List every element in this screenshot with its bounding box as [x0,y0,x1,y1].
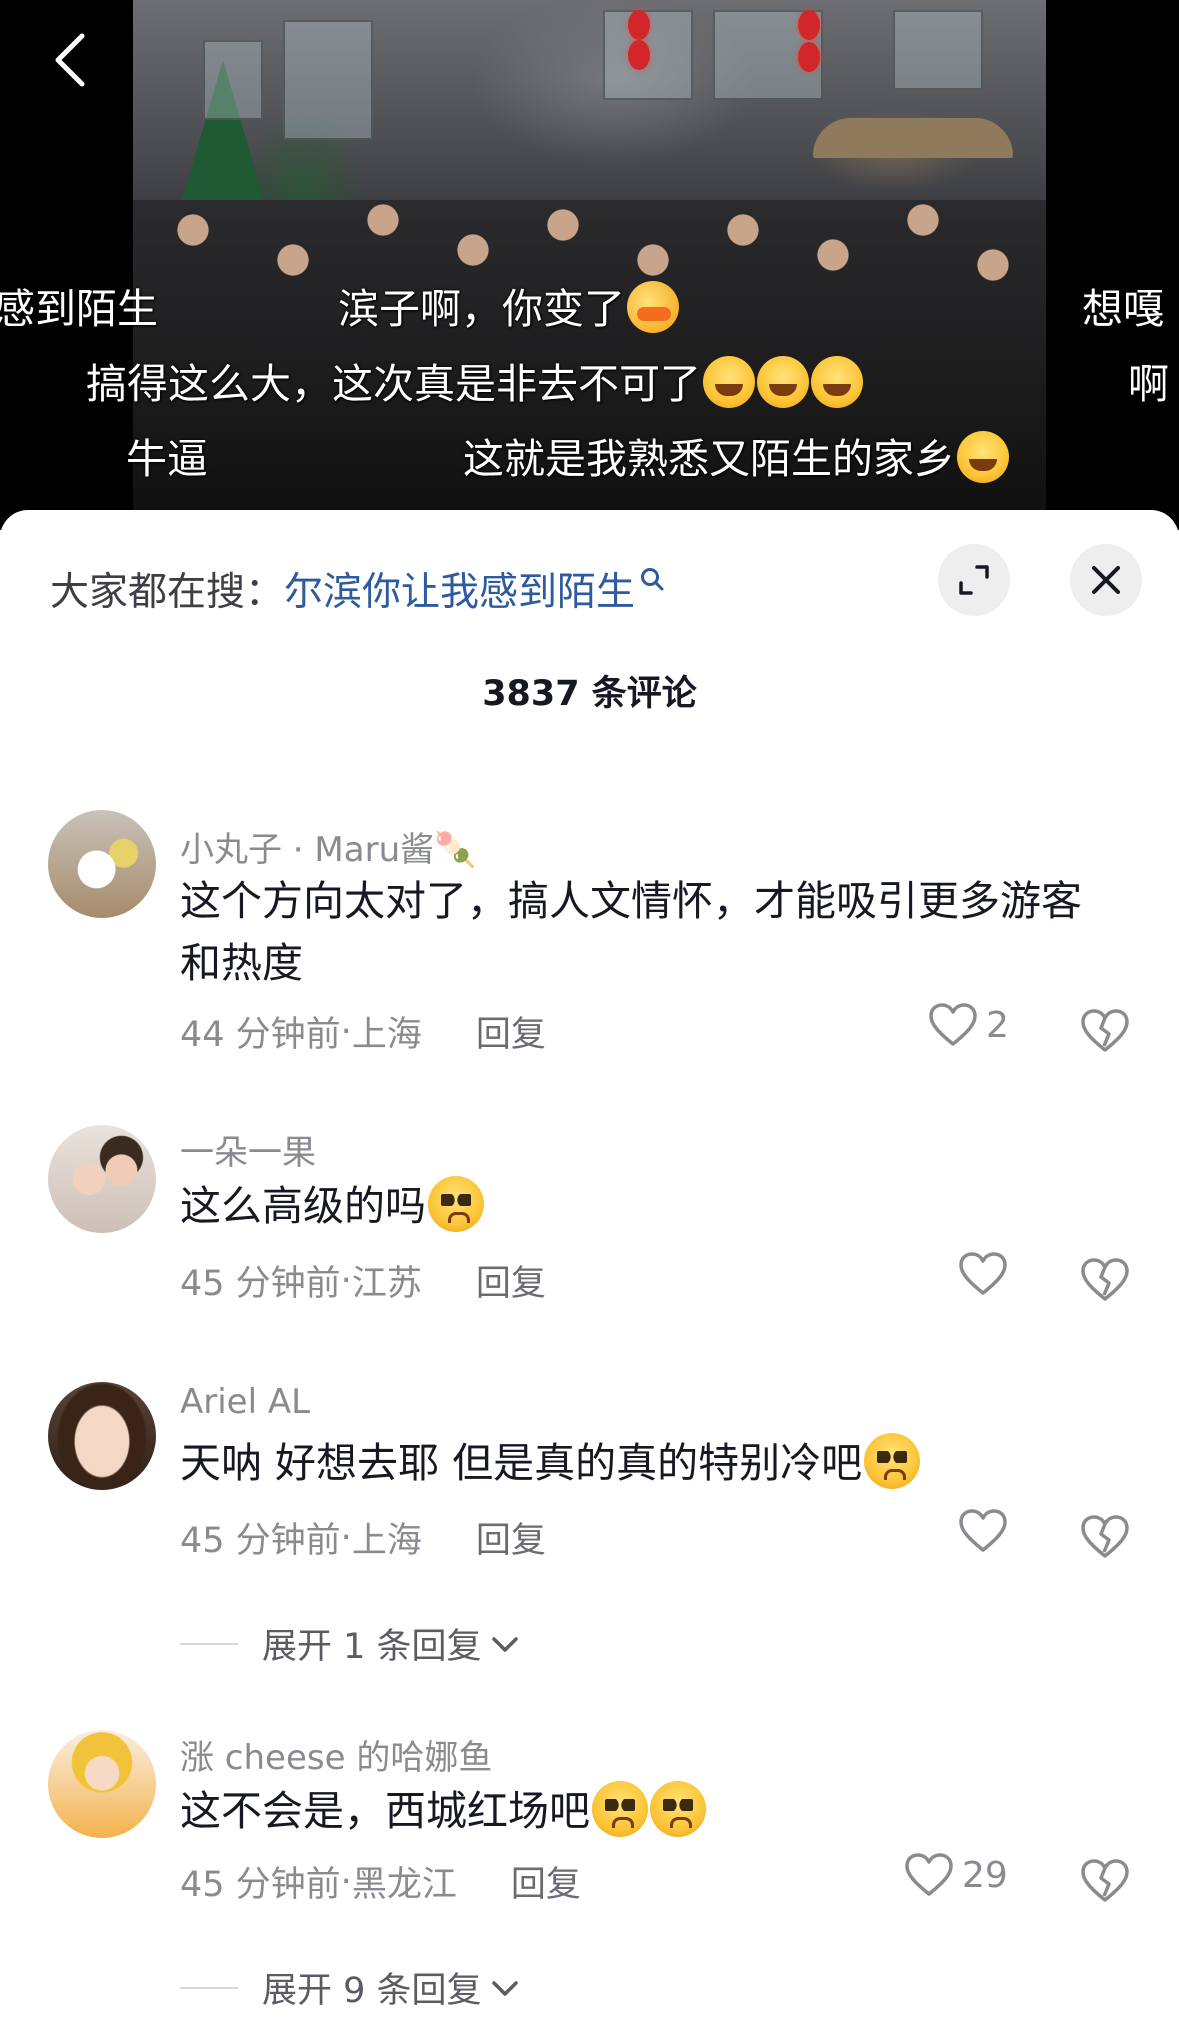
window-graphic [203,40,263,120]
like-count: 29 [962,1854,1008,1896]
comment-time: 45 分钟前 [180,1264,341,1304]
chevron-down-icon [491,1636,518,1652]
emoji-icon [957,431,1009,483]
danmaku-comment: 想嘎 [1082,285,1164,333]
heart-icon [959,1252,1007,1295]
emoji-icon [703,356,755,408]
comment-location: 黑龙江 [351,1865,457,1905]
trending-search-bar[interactable]: 大家都在搜： 尔滨你让我感到陌生 [50,554,950,624]
meta-separator: · [340,1861,352,1902]
expand-divider [180,1642,238,1645]
dislike-heart-icon[interactable] [1080,1006,1130,1056]
comment-username[interactable]: 一朵一果 [180,1125,316,1174]
comment-sheet: 大家都在搜： 尔滨你让我感到陌生 3837 条评论 小丸子 · Maru酱🍡 这… [0,510,1179,2039]
danmaku-comment: 搞得这么大，这次真是非去不可了 [86,350,863,410]
lantern-graphic [628,40,650,70]
avatar[interactable] [48,1125,156,1233]
danmaku-comment: 这就是我熟悉又陌生的家乡 [463,425,1009,485]
danmaku-comment: 感到陌生 [0,285,158,333]
reply-button[interactable]: 回复 [511,1856,581,1907]
meta-separator: · [340,1011,352,1052]
emoji-icon [592,1781,648,1837]
trending-search-prefix: 大家都在搜： [50,570,285,615]
heart-icon [905,1853,953,1896]
dislike-heart-icon[interactable] [1080,1512,1130,1562]
comment-meta: 45 分钟前 · 上海 回复 [180,1512,546,1563]
emoji-icon [428,1176,484,1232]
window-graphic [893,10,983,90]
expand-replies-label: 展开 9 条回复 [262,1971,482,2011]
avatar[interactable] [48,1730,156,1838]
back-arrow-icon[interactable] [44,30,104,90]
expand-replies-label: 展开 1 条回复 [262,1627,482,1667]
expand-button[interactable] [938,544,1010,616]
danmaku-comment: 滨子啊，你变了 [338,275,679,335]
avatar[interactable] [48,1382,156,1490]
expand-replies-button[interactable]: 展开 9 条回复 [180,1962,522,2013]
lantern-graphic [798,42,820,72]
comment-text: 天呐 好想去耶 但是真的真的特别冷吧 [180,1432,1110,1494]
danmaku-comment: 牛逼 [126,435,208,483]
expand-divider [180,1986,238,1989]
dislike-heart-icon[interactable] [1080,1255,1130,1305]
comment-meta: 45 分钟前 · 江苏 回复 [180,1255,546,1306]
like-button[interactable] [958,1508,1008,1554]
comment-text: 这个方向太对了，搞人文情怀，才能吸引更多游客和热度 [180,877,1082,987]
comment-time: 45 分钟前 [180,1521,341,1561]
comment-username[interactable]: 涨 cheese 的哈娜鱼 [180,1730,492,1779]
comment-time: 44 分钟前 [180,1015,341,1055]
comment-count: 3837 条评论 [482,674,697,714]
like-count: 2 [986,1004,1009,1046]
reply-button[interactable]: 回复 [476,1512,546,1563]
like-button[interactable]: 29 [904,1852,1008,1898]
comment-text: 这不会是，西城红场吧 [180,1780,1110,1842]
dislike-heart-icon[interactable] [1080,1856,1130,1906]
meta-separator: · [340,1517,352,1558]
lantern-graphic [628,10,650,40]
video-player[interactable]: 感到陌生 滨子啊，你变了 想嘎 搞得这么大，这次真是非去不可了 啊 牛逼 这就是… [0,0,1179,530]
avatar[interactable] [48,810,156,918]
comment-location: 上海 [351,1521,422,1561]
close-icon [1092,566,1120,594]
emoji-icon [864,1433,921,1489]
comment-location: 上海 [351,1015,422,1055]
reply-button[interactable]: 回复 [476,1006,546,1057]
emoji-icon [757,356,809,408]
danmaku-comment: 啊 [1128,360,1169,408]
comment-username[interactable]: 小丸子 · Maru酱🍡 [180,822,476,871]
emoji-icon [650,1781,706,1837]
close-button[interactable] [1070,544,1142,616]
lantern-graphic [798,10,820,40]
umbrella-graphic [813,118,1013,158]
emoji-icon [811,356,863,408]
comment-time: 45 分钟前 [180,1865,341,1905]
emoji-icon [627,281,679,333]
like-button[interactable]: 2 [928,1002,1009,1048]
comment-username[interactable]: Ariel AL [180,1382,310,1422]
trending-search-term[interactable]: 尔滨你让我感到陌生 [284,561,635,617]
like-button[interactable] [958,1251,1008,1297]
chevron-down-icon [491,1980,518,1996]
comment-text: 这么高级的吗 [180,1175,1110,1237]
window-graphic [283,20,373,140]
heart-icon [959,1509,1007,1552]
heart-icon [929,1003,977,1046]
expand-icon [959,565,989,595]
comment-meta: 44 分钟前 · 上海 回复 [180,1006,546,1057]
comment-location: 江苏 [351,1264,422,1304]
search-icon [641,568,664,591]
expand-replies-button[interactable]: 展开 1 条回复 [180,1618,522,1669]
comment-meta: 45 分钟前 · 黑龙江 回复 [180,1856,581,1907]
meta-separator: · [340,1260,352,1301]
reply-button[interactable]: 回复 [476,1255,546,1306]
